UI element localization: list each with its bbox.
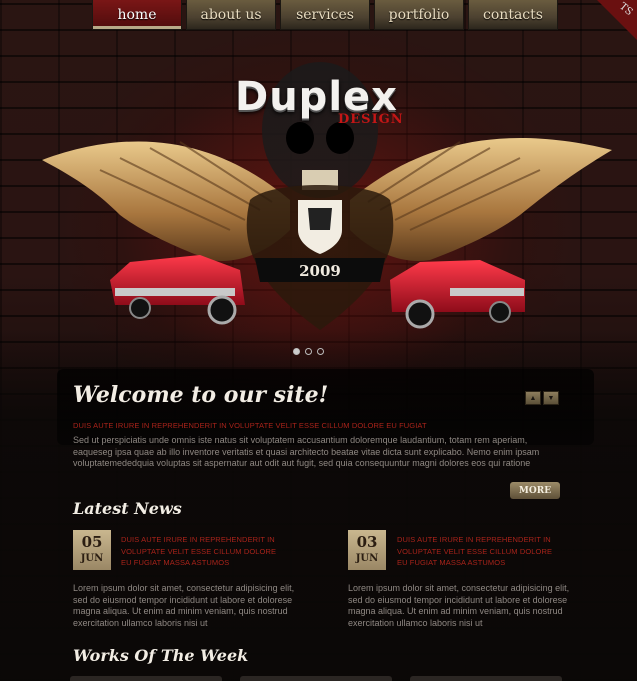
- nav-about-us[interactable]: about us: [186, 0, 276, 30]
- slider-dots: [293, 348, 324, 355]
- news-day-2: 03: [356, 533, 378, 551]
- crest-year: 2009: [299, 262, 341, 280]
- work-thumb-3[interactable]: [410, 676, 562, 681]
- welcome-title: Welcome to our site!: [73, 382, 329, 408]
- right-car-icon: [390, 260, 525, 329]
- news-title: Latest News: [73, 499, 182, 518]
- news-month-1: JUN: [80, 553, 104, 564]
- main-nav: home about us services portfolio contact…: [92, 0, 562, 30]
- logo-subtitle: DESIGN: [338, 112, 404, 127]
- hero-banner: Duplex DESIGN 2009: [0, 30, 637, 370]
- nav-portfolio[interactable]: portfolio: [374, 0, 464, 30]
- news-month-2: JUN: [355, 553, 379, 564]
- nav-home[interactable]: home: [92, 0, 182, 30]
- more-button[interactable]: MORE: [510, 482, 560, 499]
- work-thumb-2[interactable]: [240, 676, 392, 681]
- work-thumb-1[interactable]: [70, 676, 222, 681]
- news-headline-1[interactable]: DUIS AUTE IRURE IN REPREHENDERIT IN VOLU…: [121, 534, 281, 569]
- news-body-2: Lorem ipsum dolor sit amet, consectetur …: [348, 583, 570, 628]
- works-title: Works Of The Week: [73, 646, 249, 665]
- news-headline-2[interactable]: DUIS AUTE IRURE IN REPREHENDERIT IN VOLU…: [397, 534, 557, 569]
- welcome-body: Sed ut perspiciatis unde omnis iste natu…: [73, 435, 540, 468]
- news-date-1: 05 JUN: [73, 530, 111, 570]
- nav-services[interactable]: services: [280, 0, 370, 30]
- arrow-down-button[interactable]: ▼: [543, 391, 559, 405]
- nav-contacts[interactable]: contacts: [468, 0, 558, 30]
- left-car-icon: [110, 255, 245, 325]
- crest-shield-icon: [246, 185, 394, 330]
- news-date-2: 03 JUN: [348, 530, 386, 570]
- welcome-arrows: ▲ ▼: [525, 391, 559, 405]
- slider-dot-2[interactable]: [305, 348, 312, 355]
- news-body-1: Lorem ipsum dolor sit amet, consectetur …: [73, 583, 295, 628]
- slider-dot-1[interactable]: [293, 348, 300, 355]
- slider-dot-3[interactable]: [317, 348, 324, 355]
- arrow-up-button[interactable]: ▲: [525, 391, 541, 405]
- welcome-subtitle: DUIS AUTE IRURE IN REPREHENDERIT IN VOLU…: [73, 421, 427, 430]
- news-day-1: 05: [81, 533, 103, 551]
